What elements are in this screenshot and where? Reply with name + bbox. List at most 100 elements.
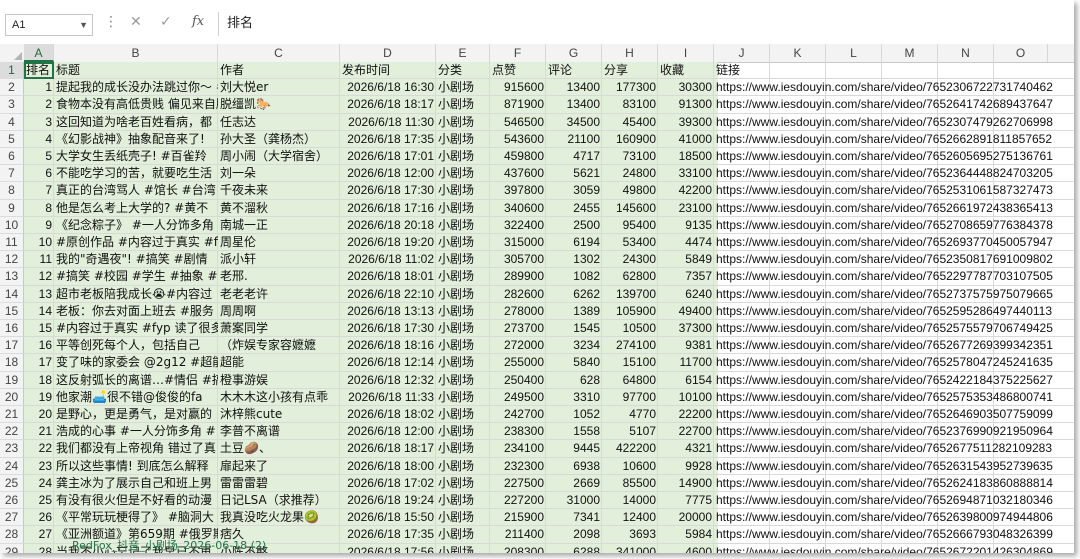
time-cell[interactable]: 2026/6/18 17:30 [340,320,436,337]
comments-cell[interactable]: 13400 [546,79,602,96]
favorites-cell[interactable]: 4600 [658,544,714,553]
comments-cell[interactable]: 2098 [546,526,602,543]
column-header-C[interactable]: C [218,44,340,62]
rank-cell[interactable]: 3 [24,114,54,131]
comments-cell[interactable]: 3059 [546,182,602,199]
title-cell[interactable]: 浩成的心事 #一人分饰多角 # [54,423,218,440]
author-cell[interactable]: 土豆🥔、 [218,440,340,457]
row-header-29[interactable]: 29 [0,543,24,553]
comments-cell[interactable]: 1558 [546,423,602,440]
time-cell[interactable]: 2026/6/18 18:17 [340,96,436,113]
shares-cell[interactable]: 177300 [602,79,658,96]
link-cell[interactable]: https://www.iesdouyin.com/share/video/76… [714,114,1055,131]
link-cell[interactable]: https://www.iesdouyin.com/share/video/76… [714,372,1055,389]
row-header-27[interactable]: 27 [0,509,24,527]
title-cell[interactable]: 超市老板陪我成长😭#内容过 [54,286,218,303]
link-cell[interactable]: https://www.iesdouyin.com/share/video/76… [714,303,1054,320]
link-cell[interactable]: https://www.iesdouyin.com/share/video/76… [714,131,1054,148]
link-cell[interactable]: https://www.iesdouyin.com/share/video/76… [714,440,1054,457]
category-cell[interactable]: 小剧场 [436,440,490,457]
time-cell[interactable]: 2026/6/18 17:56 [340,544,436,553]
favorites-cell[interactable]: 7775 [658,492,714,509]
title-cell[interactable]: 他家潮🛋️很不错@俊俊的fa [54,389,218,406]
title-cell[interactable]: 龚主冰为了展示自己和班上男 [54,475,218,492]
author-cell[interactable]: 孙大圣（龚杨杰） [218,131,340,148]
time-cell[interactable]: 2026/6/18 17:30 [340,182,436,199]
author-cell[interactable]: 周周啊 [218,303,340,320]
shares-cell[interactable]: 24800 [602,165,658,182]
rank-cell[interactable]: 8 [24,200,54,217]
comments-cell[interactable]: 4717 [546,148,602,165]
column-header-F[interactable]: F [490,44,546,62]
rank-cell[interactable]: 15 [24,320,54,337]
link-cell[interactable]: https://www.iesdouyin.com/share/video/76… [714,406,1055,423]
category-cell[interactable]: 小剧场 [436,148,490,165]
comments-cell[interactable]: 1052 [546,406,602,423]
shares-cell[interactable]: 64800 [602,372,658,389]
rank-cell[interactable]: 2 [24,96,54,113]
row-header-18[interactable]: 18 [0,354,24,372]
rank-cell[interactable]: 4 [24,131,54,148]
author-cell[interactable]: 刘大悦er [218,79,340,96]
comments-cell[interactable]: 2455 [546,200,602,217]
row-header-28[interactable]: 28 [0,526,24,544]
title-cell[interactable]: #搞笑 #校园 #学生 #抽象 #沙 [54,268,218,285]
link-cell[interactable]: https://www.iesdouyin.com/share/video/76… [714,320,1055,337]
shares-cell[interactable]: 3693 [602,526,658,543]
insert-function-icon[interactable]: fx [192,14,204,29]
author-cell[interactable]: 超能 [218,354,340,371]
shares-cell[interactable]: 341000 [602,544,658,553]
link-cell[interactable]: https://www.iesdouyin.com/share/video/76… [714,217,1055,234]
shares-cell[interactable]: 274100 [602,337,658,354]
time-cell[interactable]: 2026/6/18 18:01 [340,268,436,285]
time-cell[interactable]: 2026/6/18 12:00 [340,423,436,440]
header-cell[interactable]: 标题 [54,62,218,79]
author-cell[interactable]: 雷雷雷碧 [218,475,340,492]
select-all-corner[interactable] [0,44,25,62]
row-header-5[interactable]: 5 [0,130,24,148]
row-header-10[interactable]: 10 [0,216,24,234]
title-cell[interactable]: 不能吃学习的苦，就要吃生活 [54,165,218,182]
category-cell[interactable]: 小剧场 [436,423,490,440]
title-cell[interactable]: 《幻影战神》抽象配音来了! [54,131,218,148]
rank-cell[interactable]: 12 [24,268,54,285]
link-cell[interactable]: https://www.iesdouyin.com/share/video/76… [714,79,1055,96]
rank-cell[interactable]: 18 [24,372,54,389]
category-cell[interactable]: 小剧场 [436,458,490,475]
shares-cell[interactable]: 145600 [602,200,658,217]
shares-cell[interactable]: 62800 [602,268,658,285]
likes-cell[interactable]: 459800 [490,148,546,165]
link-cell[interactable]: https://www.iesdouyin.com/share/video/76… [714,200,1055,217]
row-header-13[interactable]: 13 [0,268,24,286]
row-header-8[interactable]: 8 [0,182,24,200]
comments-cell[interactable]: 34500 [546,114,602,131]
likes-cell[interactable]: 289900 [490,268,546,285]
time-cell[interactable]: 2026/6/18 17:02 [340,475,436,492]
category-cell[interactable]: 小剧场 [436,251,490,268]
shares-cell[interactable]: 139700 [602,286,658,303]
title-cell[interactable]: 这反射弧长的离谱…#情侣 #搞 [54,372,218,389]
time-cell[interactable]: 2026/6/18 18:17 [340,440,436,457]
likes-cell[interactable]: 250400 [490,372,546,389]
column-header-I[interactable]: I [658,44,714,62]
time-cell[interactable]: 2026/6/18 11:33 [340,389,436,406]
time-cell[interactable]: 2026/6/18 18:02 [340,406,436,423]
header-cell[interactable]: 链接 [714,62,770,79]
favorites-cell[interactable]: 4321 [658,440,714,457]
title-cell[interactable]: 我的"奇遇夜"! #搞笑 #剧情 [54,251,218,268]
category-cell[interactable]: 小剧场 [436,165,490,182]
favorites-cell[interactable]: 5984 [658,526,714,543]
category-cell[interactable]: 小剧场 [436,406,490,423]
link-cell[interactable]: https://www.iesdouyin.com/share/video/76… [714,182,1055,199]
author-cell[interactable]: 老老老许 [218,286,340,303]
likes-cell[interactable]: 397800 [490,182,546,199]
column-header-G[interactable]: G [546,44,602,62]
link-cell[interactable]: https://www.iesdouyin.com/share/video/76… [714,423,1055,440]
favorites-cell[interactable]: 22200 [658,406,714,423]
comments-cell[interactable]: 3310 [546,389,602,406]
rank-cell[interactable]: 11 [24,251,54,268]
category-cell[interactable]: 小剧场 [436,389,490,406]
category-cell[interactable]: 小剧场 [436,526,490,543]
favorites-cell[interactable]: 9928 [658,458,714,475]
time-cell[interactable]: 2026/6/18 22:10 [340,286,436,303]
